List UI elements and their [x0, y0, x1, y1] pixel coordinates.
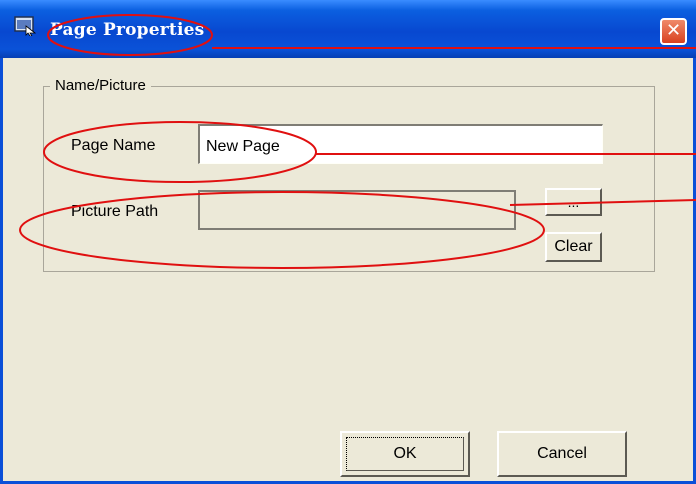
browse-button[interactable]: ...	[545, 188, 602, 216]
close-button[interactable]: ✕	[660, 18, 687, 45]
cancel-button[interactable]: Cancel	[497, 431, 627, 477]
group-label: Name/Picture	[50, 77, 151, 94]
window-title: Page Properties	[50, 20, 205, 40]
page-name-label: Page Name	[71, 137, 156, 154]
ok-button[interactable]: OK	[340, 431, 470, 477]
close-icon: ✕	[665, 20, 682, 41]
focus-rectangle	[346, 437, 464, 471]
title-bar[interactable]: Page Properties ✕	[0, 0, 696, 58]
page-name-field[interactable]	[198, 124, 603, 164]
picture-path-label: Picture Path	[71, 203, 159, 220]
clear-button[interactable]: Clear	[545, 232, 602, 262]
page-window-icon	[14, 16, 37, 37]
picture-path-field[interactable]	[198, 190, 516, 230]
